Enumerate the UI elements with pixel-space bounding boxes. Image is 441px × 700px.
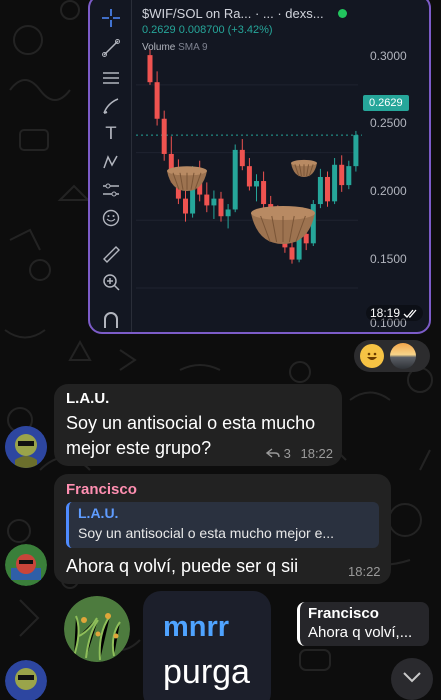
reply-text: Ahora q volví,... bbox=[308, 624, 413, 641]
message-text: Ahora q volví, puede ser q sii bbox=[66, 556, 299, 576]
message-time: 18:19 bbox=[366, 305, 424, 321]
double-check-icon bbox=[403, 306, 419, 320]
sender-name[interactable]: Francisco bbox=[66, 481, 137, 498]
axis-tick: 0.1500 bbox=[370, 252, 407, 266]
candle-body bbox=[225, 209, 231, 217]
candle-body bbox=[183, 198, 188, 214]
avatar[interactable] bbox=[5, 426, 47, 468]
sticker-line-2: purga bbox=[163, 653, 250, 691]
candle-body bbox=[161, 118, 167, 154]
avatar[interactable] bbox=[64, 596, 130, 662]
chevron-down-icon bbox=[402, 670, 422, 688]
candle-body bbox=[154, 82, 160, 119]
message-time: 18:22 bbox=[300, 446, 334, 461]
reply-count: 3 bbox=[283, 446, 291, 461]
candle-body bbox=[317, 176, 323, 205]
reactor-avatar bbox=[390, 343, 416, 369]
message-bubble[interactable]: Francisco L.A.U. Soy un antisocial o est… bbox=[54, 474, 391, 584]
scroll-down-button[interactable] bbox=[391, 658, 433, 700]
reply-arrow-icon bbox=[265, 446, 284, 461]
reply-preview[interactable]: Francisco Ahora q volví,... bbox=[297, 602, 429, 646]
message-time: 18:22 bbox=[348, 564, 381, 579]
time-text: 18:19 bbox=[370, 306, 401, 320]
candle-body bbox=[346, 166, 352, 186]
candle-body bbox=[232, 149, 238, 210]
candle-body bbox=[147, 55, 153, 83]
candle-body bbox=[353, 135, 359, 167]
candle-body bbox=[289, 247, 295, 260]
candle-body bbox=[204, 194, 210, 206]
candle-body bbox=[325, 176, 330, 202]
axis-tick: 0.2500 bbox=[370, 116, 407, 130]
candle-body bbox=[239, 149, 245, 167]
axis-tick: 0.3000 bbox=[370, 49, 407, 63]
reply-counter[interactable]: 3 18:22 bbox=[265, 446, 334, 461]
reply-sender: Francisco bbox=[308, 605, 379, 622]
candle-body bbox=[218, 198, 224, 217]
grinning-face-icon bbox=[360, 344, 384, 368]
message-text: Soy un antisocial o esta mucho bbox=[66, 413, 316, 433]
sticker-line-1: mnrr bbox=[163, 611, 230, 643]
quote-sender: L.A.U. bbox=[78, 505, 119, 521]
quote-text: Soy un antisocial o esta mucho mejor e..… bbox=[78, 525, 335, 541]
sender-name[interactable]: L.A.U. bbox=[66, 390, 109, 407]
candle-body bbox=[339, 164, 345, 186]
text-sticker[interactable]: mnrr purga bbox=[143, 591, 271, 700]
candle-body bbox=[332, 164, 338, 202]
candle-body bbox=[211, 198, 217, 206]
candle-body bbox=[261, 181, 267, 205]
message-bubble[interactable]: L.A.U. Soy un antisocial o esta mucho me… bbox=[54, 384, 342, 466]
reaction-chip[interactable] bbox=[354, 340, 430, 372]
candle-body bbox=[254, 181, 259, 187]
basket-drawing bbox=[291, 159, 317, 177]
candle-body bbox=[246, 166, 252, 187]
chart-image-message[interactable]: T $WIF/SOL on Ra... · ... · dexs... 0.26… bbox=[88, 0, 431, 334]
avatar[interactable] bbox=[5, 544, 47, 586]
avatar[interactable] bbox=[5, 660, 47, 700]
axis-tick: 0.2000 bbox=[370, 184, 407, 198]
current-price-label: 0.2629 bbox=[363, 95, 409, 111]
quoted-reply[interactable]: L.A.U. Soy un antisocial o esta mucho me… bbox=[66, 502, 379, 548]
message-text: mejor este grupo? bbox=[66, 438, 212, 458]
